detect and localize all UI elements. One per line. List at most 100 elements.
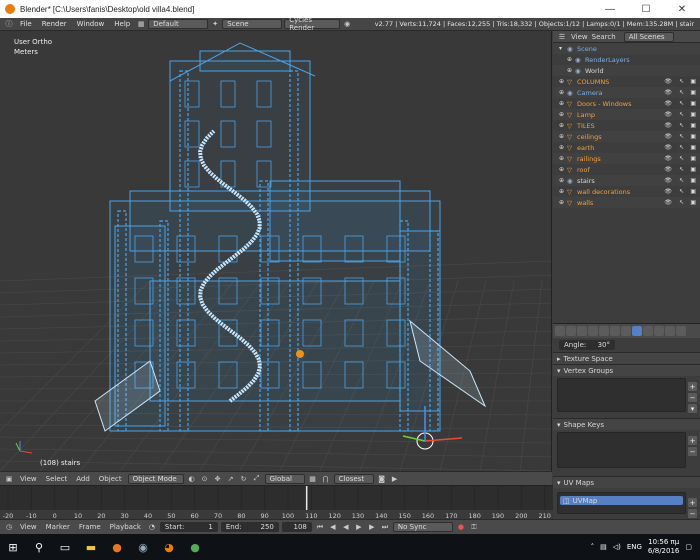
selectable-cursor-icon[interactable]: ↖ [679,155,684,162]
vertex-group-specials-button[interactable]: ▾ [688,404,697,413]
renderable-camera-icon[interactable]: ▣ [690,133,696,140]
editor-type-icon[interactable]: ⓘ [4,19,14,29]
outliner-item[interactable]: ⊕ ▽ COLUMNS 👁 ↖ ▣ [553,76,700,87]
firefox-icon[interactable]: ● [104,534,130,560]
notifications-icon[interactable]: ▢ [685,543,692,551]
panel-uv-maps[interactable]: ▾ UV Maps [553,476,700,488]
prev-keyframe-icon[interactable]: ◀ [328,522,338,532]
outliner-item-label[interactable]: stairs [577,177,595,185]
remove-uv-map-button[interactable]: − [688,509,697,518]
outliner-item-label[interactable]: Camera [577,89,603,97]
layers-icon[interactable]: ▦ [308,474,318,484]
object-tab-icon[interactable] [599,326,609,336]
expand-icon[interactable]: ⊕ [559,155,567,162]
outliner-menu-search[interactable]: Search [592,33,616,41]
end-frame-field[interactable]: End: 250 [220,522,279,532]
menu-add[interactable]: Add [73,475,93,483]
clock[interactable]: 10:56 πμ 6/8/2016 [648,538,679,556]
expand-icon[interactable]: ⊕ [567,56,575,63]
file-explorer-icon[interactable]: ▬ [78,534,104,560]
shape-keys-list[interactable] [557,432,686,468]
panel-vertex-groups[interactable]: ▾ Vertex Groups [553,364,700,376]
outliner-item[interactable]: ▾ ◉ Scene [553,43,700,54]
tray-up-arrow-icon[interactable]: ˄ [591,543,595,551]
visibility-eye-icon[interactable]: 👁 [664,122,672,129]
manipulator-icon[interactable]: ✥ [213,474,223,484]
expand-icon[interactable]: ⊕ [559,78,567,85]
menu-file[interactable]: File [16,20,36,28]
panel-shape-keys[interactable]: ▾ Shape Keys [553,418,700,430]
shading-icon[interactable]: ◐ [187,474,197,484]
steam-icon[interactable]: ◉ [130,534,156,560]
modifiers-tab-icon[interactable] [621,326,631,336]
expand-icon[interactable]: ⊕ [559,133,567,140]
texture-tab-icon[interactable] [654,326,664,336]
outliner-editor-icon[interactable]: ☰ [557,32,567,42]
uv-map-item[interactable]: ◫ UVMap [560,496,683,505]
outliner-item[interactable]: ⊕ ▽ Lamp 👁 ↖ ▣ [553,109,700,120]
outliner-item[interactable]: ⊕ ▽ Doors - Windows 👁 ↖ ▣ [553,98,700,109]
outliner-item[interactable]: ⊕ ◉ stairs 👁 ↖ ▣ [553,175,700,186]
outliner-item-label[interactable]: walls [577,199,593,207]
visibility-eye-icon[interactable]: 👁 [664,100,672,107]
tl-menu-playback[interactable]: Playback [107,523,144,531]
visibility-eye-icon[interactable]: 👁 [664,188,672,195]
expand-icon[interactable]: ⊕ [559,166,567,173]
rotate-icon[interactable]: ↻ [239,474,249,484]
selectable-cursor-icon[interactable]: ↖ [679,133,684,140]
renderable-camera-icon[interactable]: ▣ [690,89,696,96]
scene-selector[interactable]: Scene [222,19,283,29]
expand-icon[interactable]: ⊕ [559,89,567,96]
visibility-eye-icon[interactable]: 👁 [664,155,672,162]
physics-tab-icon[interactable] [676,326,686,336]
start-frame-field[interactable]: Start: 1 [159,522,218,532]
magnet-icon[interactable]: ⋂ [321,474,331,484]
expand-icon[interactable]: ⊕ [559,122,567,129]
particles-tab-icon[interactable] [665,326,675,336]
visibility-eye-icon[interactable]: 👁 [664,144,672,151]
preview-range-icon[interactable]: ◔ [147,522,157,532]
selectable-cursor-icon[interactable]: ↖ [679,78,684,85]
panel-texture-space[interactable]: ▸ Texture Space [553,352,700,364]
selectable-cursor-icon[interactable]: ↖ [679,199,684,206]
visibility-eye-icon[interactable]: 👁 [664,199,672,206]
outliner-item-label[interactable]: Doors - Windows [577,100,632,108]
add-shape-key-button[interactable]: + [688,436,697,445]
keying-set-icon[interactable]: ⚿ [469,522,479,532]
maximize-button[interactable]: ☐ [628,4,664,15]
render-animation-icon[interactable]: ▶ [390,474,400,484]
visibility-eye-icon[interactable]: 👁 [664,78,672,85]
sync-mode-select[interactable]: No Sync [392,522,453,532]
constraints-tab-icon[interactable] [610,326,620,336]
add-vertex-group-button[interactable]: + [688,382,697,391]
menu-select[interactable]: Select [43,475,71,483]
outliner-item[interactable]: ⊕ ▽ earth 👁 ↖ ▣ [553,142,700,153]
uv-maps-list[interactable]: ◫ UVMap [557,492,686,514]
selectable-cursor-icon[interactable]: ↖ [679,177,684,184]
selectable-cursor-icon[interactable]: ↖ [679,89,684,96]
outliner-item-label[interactable]: Scene [577,45,597,53]
jump-start-icon[interactable]: ⏮ [315,522,325,532]
expand-icon[interactable]: ⊕ [559,144,567,151]
visibility-eye-icon[interactable]: 👁 [664,111,672,118]
renderable-camera-icon[interactable]: ▣ [690,199,696,206]
data-tab-icon[interactable] [632,326,642,336]
scale-icon[interactable]: ⤢ [252,474,262,484]
world-tab-icon[interactable] [588,326,598,336]
outliner-item[interactable]: ⊕ ◉ RenderLayers [553,54,700,65]
renderable-camera-icon[interactable]: ▣ [690,111,696,118]
render-tab-icon[interactable] [555,326,565,336]
outliner-item[interactable]: ⊕ ▽ railings 👁 ↖ ▣ [553,153,700,164]
render-layers-tab-icon[interactable] [566,326,576,336]
expand-icon[interactable]: ▾ [559,45,567,52]
renderable-camera-icon[interactable]: ▣ [690,122,696,129]
renderable-camera-icon[interactable]: ▣ [690,188,696,195]
volume-icon[interactable]: ◁) [613,543,621,551]
pivot-icon[interactable]: ⊙ [200,474,210,484]
expand-icon[interactable]: ⊕ [559,100,567,107]
jump-end-icon[interactable]: ⏭ [380,522,390,532]
task-view-icon[interactable]: ▭ [52,534,78,560]
scene-tab-icon[interactable] [577,326,587,336]
selectable-cursor-icon[interactable]: ↖ [679,166,684,173]
selectable-cursor-icon[interactable]: ↖ [679,188,684,195]
